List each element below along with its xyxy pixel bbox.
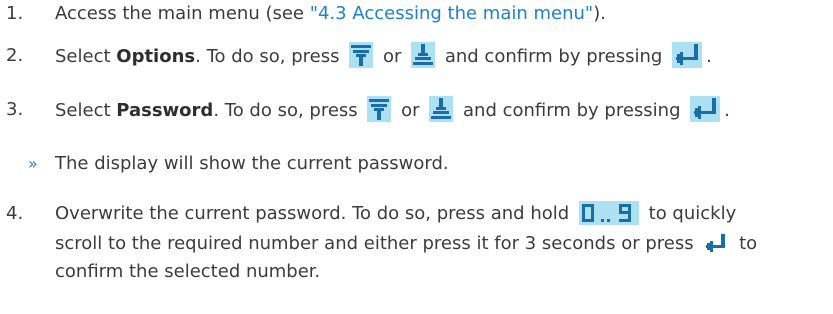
enter-icon	[703, 231, 730, 255]
step-number: 1.	[6, 3, 24, 24]
or-text: or	[401, 100, 420, 121]
step-text-start: Overwrite the current password. To do so…	[55, 203, 570, 224]
step-text-start: Select	[55, 46, 117, 67]
step-text-end: .	[724, 100, 730, 121]
step-text-end: .	[706, 46, 712, 67]
step-text-mid: . To do so, press	[195, 46, 346, 67]
step-text-end: to quickly	[648, 203, 737, 224]
menu-item-options: Options	[116, 46, 196, 67]
menu-link[interactable]: "4.3 Accessing the main menu"	[310, 3, 593, 24]
enter-icon	[690, 96, 721, 122]
step-number: 3.	[6, 99, 24, 120]
step-text-line-2: scroll to the required number and either…	[55, 230, 823, 258]
step-text-end: ).	[593, 3, 606, 24]
arrow-down-icon	[367, 96, 392, 122]
step-number: 4.	[6, 203, 24, 224]
step-text-start: Access the main menu (see	[55, 3, 310, 24]
arrow-up-icon	[411, 42, 436, 68]
or-text: or	[382, 46, 402, 67]
enter-icon	[672, 42, 703, 68]
step-number: 2.	[6, 45, 24, 66]
step-text: Select Password. To do so, press or and …	[55, 96, 823, 125]
step-text: Select Options. To do so, press or and c…	[55, 42, 823, 71]
step-text-line-1: Overwrite the current password. To do so…	[55, 200, 823, 228]
arrow-down-icon	[349, 42, 374, 68]
result-text: The display will show the current passwo…	[55, 153, 449, 174]
step-text: Access the main menu (see "4.3 Accessing…	[55, 0, 823, 28]
confirm-text: and confirm by pressing	[444, 46, 663, 67]
digits-0-9-icon	[578, 201, 639, 225]
result-marker: »	[28, 154, 38, 173]
menu-item-password: Password	[116, 100, 214, 121]
step-text-mid: . To do so, press	[213, 100, 364, 121]
step-text-start: scroll to the required number and either…	[55, 233, 694, 254]
step-text-start: Select	[55, 100, 117, 121]
step-text-line-3: confirm the selected number.	[55, 261, 321, 282]
confirm-text: and confirm by pressing	[463, 100, 681, 121]
arrow-up-icon	[429, 96, 454, 122]
step-text-end: to	[739, 233, 758, 254]
